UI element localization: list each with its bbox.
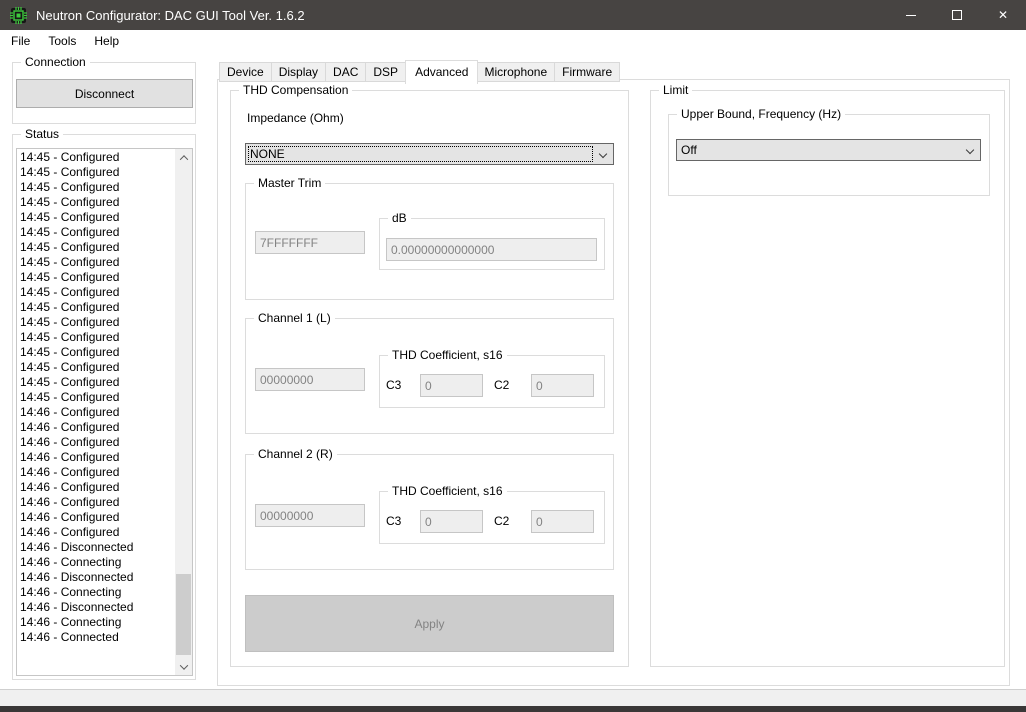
status-list-item[interactable]: 14:45 - Configured xyxy=(20,180,175,195)
title-bar: Neutron Configurator: DAC GUI Tool Ver. … xyxy=(0,0,1026,30)
status-list-item[interactable]: 14:46 - Configured xyxy=(20,495,175,510)
status-list-item[interactable]: 14:46 - Connecting xyxy=(20,615,175,630)
impedance-label: Impedance (Ohm) xyxy=(247,111,344,126)
status-list-item[interactable]: 14:45 - Configured xyxy=(20,345,175,360)
tab-dsp[interactable]: DSP xyxy=(366,62,406,82)
channel2-c2-field xyxy=(531,510,594,533)
window-title: Neutron Configurator: DAC GUI Tool Ver. … xyxy=(36,8,305,23)
status-list-item[interactable]: 14:45 - Configured xyxy=(20,360,175,375)
channel1-c3-label: C3 xyxy=(386,378,401,393)
tab-device[interactable]: Device xyxy=(219,62,272,82)
chevron-down-icon xyxy=(179,661,187,669)
chevron-down-icon xyxy=(599,150,607,158)
status-list-item[interactable]: 14:46 - Configured xyxy=(20,525,175,540)
maximize-button[interactable] xyxy=(934,0,980,30)
scroll-down-button[interactable] xyxy=(175,658,192,675)
status-list-item[interactable]: 14:45 - Configured xyxy=(20,390,175,405)
status-list-item[interactable]: 14:45 - Configured xyxy=(20,330,175,345)
status-list-item[interactable]: 14:45 - Configured xyxy=(20,165,175,180)
channel2-c2-label: C2 xyxy=(494,514,509,529)
status-list-item[interactable]: 14:46 - Connecting xyxy=(20,585,175,600)
upper-bound-selected-value: Off xyxy=(681,140,958,160)
db-title: dB xyxy=(388,211,411,226)
status-group-title: Status xyxy=(21,127,63,142)
maximize-icon xyxy=(952,10,962,20)
minimize-button[interactable] xyxy=(888,0,934,30)
channel2-c3-field xyxy=(420,510,483,533)
channel1-c2-field xyxy=(531,374,594,397)
status-list-item[interactable]: 14:45 - Configured xyxy=(20,375,175,390)
chevron-up-icon xyxy=(179,155,187,163)
status-listbox[interactable]: 14:45 - Configured14:45 - Configured14:4… xyxy=(16,148,193,676)
status-list-item[interactable]: 14:46 - Disconnected xyxy=(20,540,175,555)
status-list-item[interactable]: 14:46 - Configured xyxy=(20,450,175,465)
disconnect-button[interactable]: Disconnect xyxy=(16,79,193,108)
close-icon: ✕ xyxy=(998,9,1008,21)
menu-item-help[interactable]: Help xyxy=(85,30,128,52)
tab-advanced[interactable]: Advanced xyxy=(405,60,478,84)
status-list-item[interactable]: 14:45 - Configured xyxy=(20,270,175,285)
limit-title: Limit xyxy=(659,83,692,98)
channel1-c3-field xyxy=(420,374,483,397)
status-list-item[interactable]: 14:46 - Configured xyxy=(20,480,175,495)
channel2-hex-field xyxy=(255,504,365,527)
channel2-c3-label: C3 xyxy=(386,514,401,529)
status-list-item[interactable]: 14:46 - Disconnected xyxy=(20,600,175,615)
chevron-down-icon xyxy=(966,146,974,154)
channel1-hex-field xyxy=(255,368,365,391)
upper-bound-title: Upper Bound, Frequency (Hz) xyxy=(677,107,845,122)
apply-button: Apply xyxy=(245,595,614,652)
status-list-item[interactable]: 14:45 - Configured xyxy=(20,150,175,165)
channel1-c2-label: C2 xyxy=(494,378,509,393)
status-list-item[interactable]: 14:46 - Connected xyxy=(20,630,175,645)
upper-bound-combobox[interactable]: Off xyxy=(676,139,981,161)
status-list-item[interactable]: 14:46 - Configured xyxy=(20,420,175,435)
app-chip-icon xyxy=(10,7,27,24)
tab-firmware[interactable]: Firmware xyxy=(555,62,620,82)
status-list-item[interactable]: 14:46 - Configured xyxy=(20,405,175,420)
status-list-item[interactable]: 14:46 - Configured xyxy=(20,465,175,480)
tab-display[interactable]: Display xyxy=(272,62,326,82)
status-list-item[interactable]: 14:45 - Configured xyxy=(20,240,175,255)
scroll-up-button[interactable] xyxy=(175,149,192,166)
focus-rectangle xyxy=(248,146,593,162)
window-bottom-strip xyxy=(0,689,1026,706)
menu-item-file[interactable]: File xyxy=(2,30,39,52)
status-list-items: 14:45 - Configured14:45 - Configured14:4… xyxy=(17,149,175,675)
status-list-item[interactable]: 14:45 - Configured xyxy=(20,300,175,315)
scrollbar-thumb[interactable] xyxy=(176,574,191,655)
status-list-item[interactable]: 14:46 - Connecting xyxy=(20,555,175,570)
channel2-title: Channel 2 (R) xyxy=(254,447,337,462)
impedance-combobox[interactable]: NONE xyxy=(245,143,614,165)
status-list-item[interactable]: 14:46 - Disconnected xyxy=(20,570,175,585)
tab-strip: DeviceDisplayDACDSPAdvancedMicrophoneFir… xyxy=(219,58,620,82)
channel1-coeff-title: THD Coefficient, s16 xyxy=(388,348,507,363)
status-list-item[interactable]: 14:46 - Configured xyxy=(20,435,175,450)
status-scrollbar[interactable] xyxy=(175,149,192,675)
status-list-item[interactable]: 14:45 - Configured xyxy=(20,285,175,300)
connection-group-title: Connection xyxy=(21,55,90,70)
menu-bar: FileToolsHelp xyxy=(0,30,1026,52)
master-trim-title: Master Trim xyxy=(254,176,325,191)
master-trim-hex-field xyxy=(255,231,365,254)
minimize-icon xyxy=(906,15,916,16)
window-controls: ✕ xyxy=(888,0,1026,30)
channel1-title: Channel 1 (L) xyxy=(254,311,335,326)
thd-compensation-title: THD Compensation xyxy=(239,83,352,98)
window-edge-strip xyxy=(0,706,1026,712)
status-list-item[interactable]: 14:45 - Configured xyxy=(20,210,175,225)
menu-item-tools[interactable]: Tools xyxy=(39,30,85,52)
status-list-item[interactable]: 14:45 - Configured xyxy=(20,225,175,240)
status-list-item[interactable]: 14:46 - Configured xyxy=(20,510,175,525)
status-list-item[interactable]: 14:45 - Configured xyxy=(20,195,175,210)
tab-microphone[interactable]: Microphone xyxy=(477,62,555,82)
tab-dac[interactable]: DAC xyxy=(326,62,366,82)
status-list-item[interactable]: 14:45 - Configured xyxy=(20,315,175,330)
master-trim-db-field xyxy=(386,238,597,261)
close-button[interactable]: ✕ xyxy=(980,0,1026,30)
status-list-item[interactable]: 14:45 - Configured xyxy=(20,255,175,270)
channel2-coeff-title: THD Coefficient, s16 xyxy=(388,484,507,499)
